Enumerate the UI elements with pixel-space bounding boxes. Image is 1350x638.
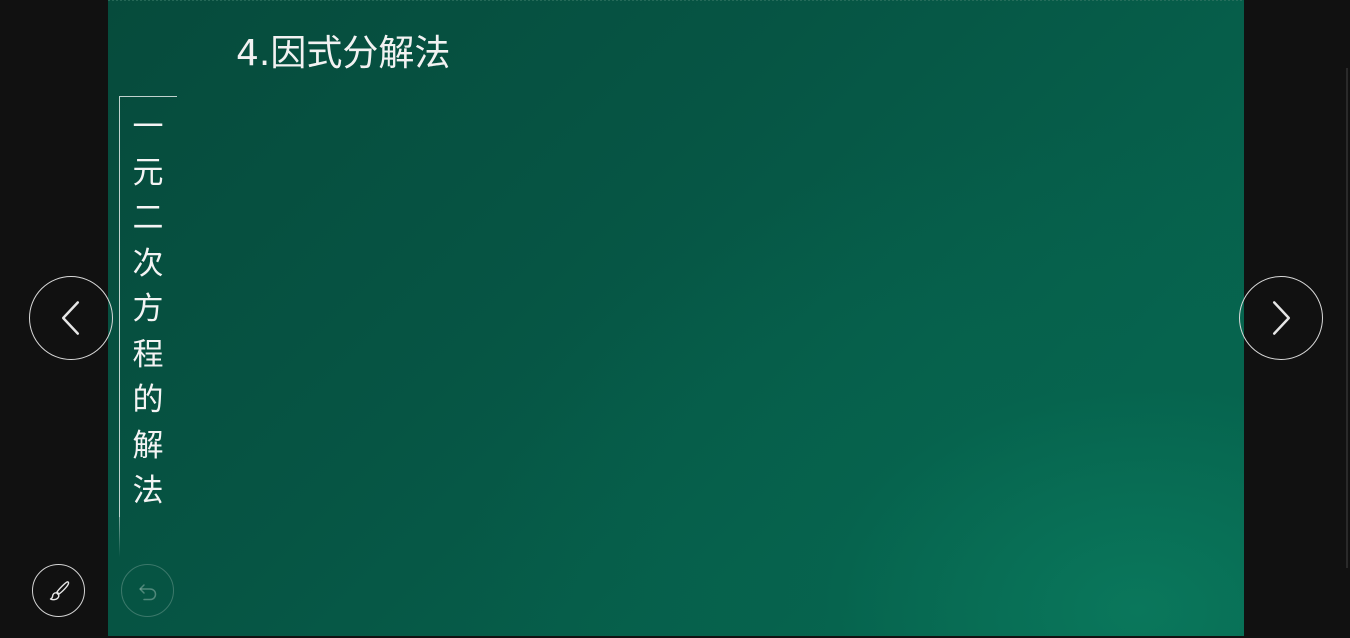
chapter-label-char: 次 xyxy=(132,245,164,282)
slide-top-border xyxy=(108,0,1244,1)
brush-icon xyxy=(49,580,69,600)
slide-canvas: 4.因式分解法 一 元 二 次 方 程 的 解 法 xyxy=(108,0,1244,636)
undo-button[interactable] xyxy=(121,564,174,617)
scrollbar[interactable] xyxy=(1346,68,1348,568)
chapter-label-char: 元 xyxy=(132,154,164,191)
chapter-label-char: 解 xyxy=(132,427,164,464)
next-slide-button[interactable] xyxy=(1239,276,1323,360)
chapter-label-char: 方 xyxy=(132,291,164,327)
chapter-label-char: 二 xyxy=(132,200,164,236)
undo-icon xyxy=(138,583,156,600)
previous-slide-button[interactable] xyxy=(29,276,113,360)
slide-title: 4.因式分解法 xyxy=(236,33,451,74)
chapter-label-char: 法 xyxy=(132,473,164,509)
chapter-label-char: 的 xyxy=(132,382,164,418)
chapter-label-box: 一 元 二 次 方 程 的 解 法 xyxy=(119,96,177,557)
chapter-label-char: 程 xyxy=(132,336,164,373)
chevron-right-icon xyxy=(1272,301,1291,335)
chapter-label-vertical: 一 元 二 次 方 程 的 解 法 xyxy=(120,105,176,515)
chapter-label-char: 一 xyxy=(132,109,164,145)
pen-tool-button[interactable] xyxy=(32,564,85,617)
slide-viewer: 4.因式分解法 一 元 二 次 方 程 的 解 法 xyxy=(0,0,1350,638)
chevron-left-icon xyxy=(61,301,80,335)
